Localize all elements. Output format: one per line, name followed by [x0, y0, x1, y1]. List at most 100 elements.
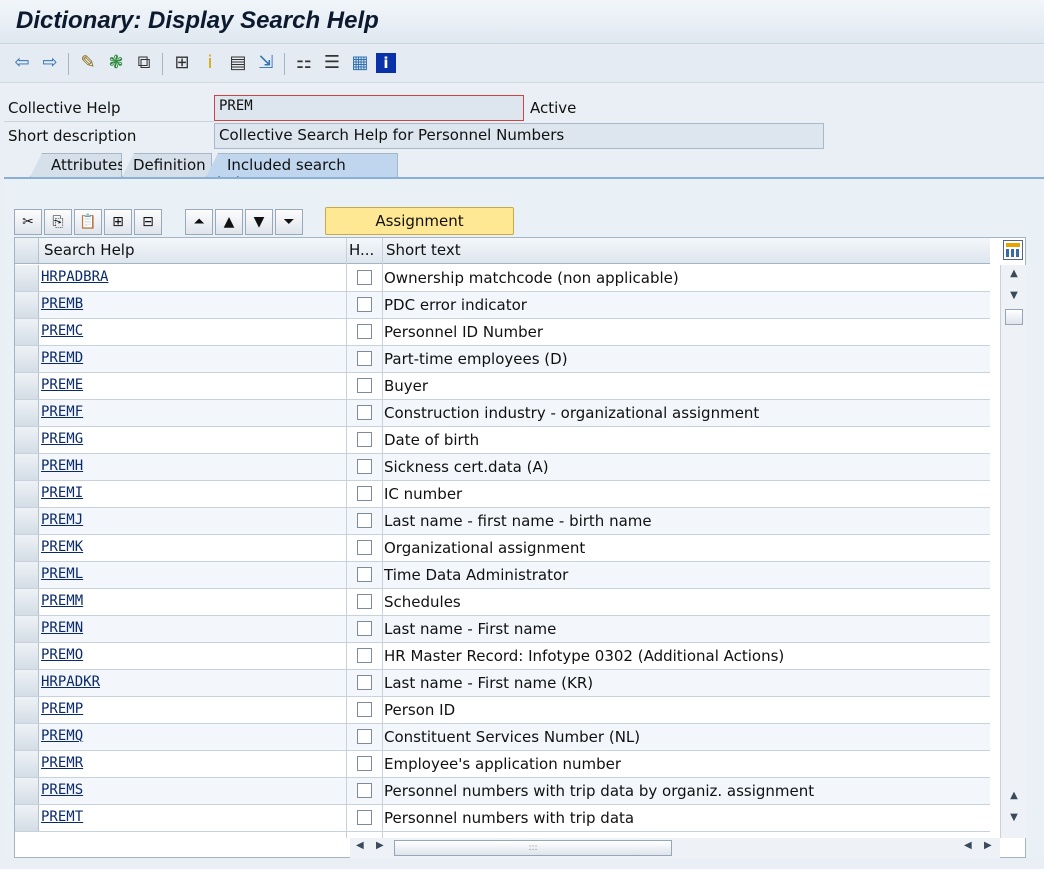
back-arrow-icon[interactable]: ⇦	[10, 51, 34, 75]
scroll-right-icon[interactable]: ▶	[984, 840, 992, 851]
hidden-checkbox[interactable]	[357, 378, 372, 393]
next-page-icon[interactable]: ▼	[245, 209, 273, 235]
hierarchy-icon[interactable]: ☰	[320, 51, 344, 75]
table-row[interactable]: PREMB PDC error indicator	[15, 292, 990, 319]
table-row[interactable]: PREMD Part-time employees (D)	[15, 346, 990, 373]
column-header-hidden[interactable]: H...	[349, 241, 374, 259]
copy-icon[interactable]: ⎘	[44, 209, 72, 235]
scroll-left-icon[interactable]: ◀	[356, 840, 364, 851]
row-selector[interactable]	[15, 697, 39, 723]
hidden-checkbox[interactable]	[357, 270, 372, 285]
last-page-icon[interactable]: ⏷	[275, 209, 303, 235]
row-selector[interactable]	[15, 751, 39, 777]
hidden-checkbox[interactable]	[357, 648, 372, 663]
row-selector[interactable]	[15, 373, 39, 399]
display-change-icon[interactable]: ✎	[76, 51, 100, 75]
scroll-left-icon[interactable]: ◀	[964, 840, 972, 851]
row-selector[interactable]	[15, 292, 39, 318]
vertical-scrollbar[interactable]: ▲ ▼ ▲ ▼	[1000, 265, 1026, 838]
activate-icon[interactable]: ⧉	[132, 51, 156, 75]
table-row[interactable]: PREML Time Data Administrator	[15, 562, 990, 589]
search-help-link[interactable]: PREMM	[41, 593, 83, 609]
info-system-icon[interactable]: i	[198, 51, 222, 75]
first-page-icon[interactable]: ⏶	[185, 209, 213, 235]
search-help-link[interactable]: PREME	[41, 377, 83, 393]
search-help-link[interactable]: PREMH	[41, 458, 83, 474]
table-row[interactable]: PREMJ Last name - first name - birth name	[15, 508, 990, 535]
hidden-checkbox[interactable]	[357, 297, 372, 312]
tab-attributes[interactable]: Attributes	[30, 153, 122, 177]
hidden-checkbox[interactable]	[357, 702, 372, 717]
table-row[interactable]: PREMM Schedules	[15, 589, 990, 616]
search-help-link[interactable]: PREMF	[41, 404, 83, 420]
select-all-cell[interactable]	[15, 238, 39, 263]
row-selector[interactable]	[15, 481, 39, 507]
search-help-link[interactable]: HRPADKR	[41, 674, 100, 690]
row-selector[interactable]	[15, 508, 39, 534]
horizontal-scrollbar[interactable]: ◀ ▶ ::: ◀ ▶	[350, 838, 1000, 858]
table-row[interactable]: PREMO HR Master Record: Infotype 0302 (Ad…	[15, 643, 990, 670]
tab-definition[interactable]: Definition	[122, 153, 212, 177]
table-row[interactable]: PREMQ Constituent Services Number (NL)	[15, 724, 990, 751]
search-help-link[interactable]: PREML	[41, 566, 83, 582]
search-help-link[interactable]: PREMB	[41, 296, 83, 312]
table-row[interactable]: HRPADKR Last name - First name (KR)	[15, 670, 990, 697]
search-help-link[interactable]: PREMC	[41, 323, 83, 339]
search-help-link[interactable]: PREMK	[41, 539, 83, 555]
row-selector[interactable]	[15, 427, 39, 453]
column-header-short-text[interactable]: Short text	[386, 241, 461, 259]
object-list-icon[interactable]: ▤	[226, 51, 250, 75]
scroll-down-icon[interactable]: ▼	[1005, 287, 1023, 305]
search-help-link[interactable]: PREMP	[41, 701, 83, 717]
search-help-link[interactable]: PREMN	[41, 620, 83, 636]
display-object-list-icon[interactable]: ⇲	[254, 51, 278, 75]
scroll-up-icon[interactable]: ▲	[1005, 265, 1023, 283]
hidden-checkbox[interactable]	[357, 621, 372, 636]
hidden-checkbox[interactable]	[357, 594, 372, 609]
row-selector[interactable]	[15, 454, 39, 480]
column-header-search-help[interactable]: Search Help	[44, 241, 135, 259]
row-selector[interactable]	[15, 346, 39, 372]
hidden-checkbox[interactable]	[357, 324, 372, 339]
hidden-checkbox[interactable]	[357, 459, 372, 474]
tab-included-search-helps[interactable]: Included search helps	[206, 153, 398, 177]
hidden-checkbox[interactable]	[357, 756, 372, 771]
search-help-link[interactable]: PREMD	[41, 350, 83, 366]
search-help-link[interactable]: PREMR	[41, 755, 83, 771]
hidden-checkbox[interactable]	[357, 729, 372, 744]
hidden-checkbox[interactable]	[357, 783, 372, 798]
table-row[interactable]: PREMR Employee's application number	[15, 751, 990, 778]
row-selector[interactable]	[15, 319, 39, 345]
search-help-link[interactable]: PREMQ	[41, 728, 83, 744]
scroll-thumb[interactable]	[1005, 309, 1023, 325]
row-selector[interactable]	[15, 265, 39, 291]
table-row[interactable]: PREMF Construction industry - organizatio…	[15, 400, 990, 427]
table-row[interactable]: PREMG Date of birth	[15, 427, 990, 454]
row-selector[interactable]	[15, 616, 39, 642]
row-selector[interactable]	[15, 724, 39, 750]
hidden-checkbox[interactable]	[357, 567, 372, 582]
hidden-checkbox[interactable]	[357, 351, 372, 366]
table-row[interactable]: PREMT Personnel numbers with trip data	[15, 805, 990, 832]
hidden-checkbox[interactable]	[357, 405, 372, 420]
forward-arrow-icon[interactable]: ⇨	[38, 51, 62, 75]
search-help-link[interactable]: HRPADBRA	[41, 269, 108, 285]
row-selector[interactable]	[15, 535, 39, 561]
search-help-link[interactable]: PREMI	[41, 485, 83, 501]
table-row[interactable]: PREMH Sickness cert.data (A)	[15, 454, 990, 481]
scroll-page-down-icon[interactable]: ▼	[1005, 809, 1023, 827]
where-used-icon[interactable]: ⊞	[170, 51, 194, 75]
other-object-icon[interactable]: ❃	[104, 51, 128, 75]
scroll-thumb[interactable]: :::	[394, 840, 672, 856]
table-row[interactable]: PREMS Personnel numbers with trip data by…	[15, 778, 990, 805]
table-row[interactable]: HRPADBRA Ownership matchcode (non applica…	[15, 265, 990, 292]
hidden-checkbox[interactable]	[357, 675, 372, 690]
row-selector[interactable]	[15, 778, 39, 804]
table-row[interactable]: PREMN Last name - First name	[15, 616, 990, 643]
table-settings-icon[interactable]	[1003, 240, 1023, 260]
search-help-link[interactable]: PREMT	[41, 809, 83, 825]
row-selector[interactable]	[15, 589, 39, 615]
table-row[interactable]: PREME Buyer	[15, 373, 990, 400]
scroll-right-icon[interactable]: ▶	[376, 840, 384, 851]
navigation-window-icon[interactable]: ⚏	[292, 51, 316, 75]
